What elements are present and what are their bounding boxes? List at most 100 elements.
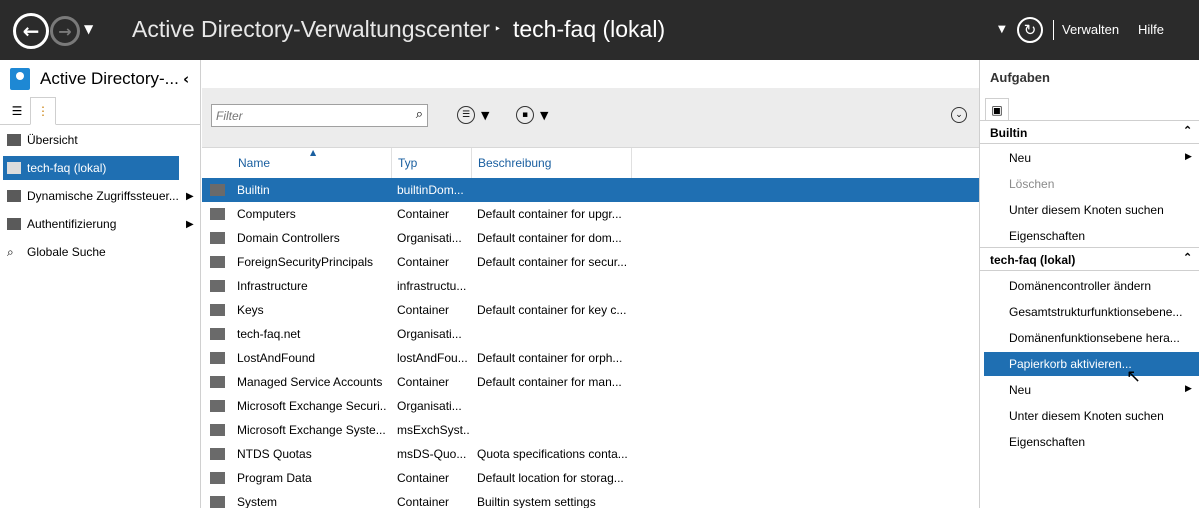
task-section-tech-faq[interactable]: tech-faq (lokal) ⌃ xyxy=(980,247,1199,271)
container-icon xyxy=(210,328,225,340)
navigation-pane: Active Directory-... ‹ ☰ ⋮ Übersicht tec… xyxy=(0,60,300,508)
task-item[interactable]: Eigenschaften xyxy=(980,430,1199,454)
table-row[interactable]: Microsoft Exchange Securi... Organisati..… xyxy=(202,394,979,418)
task-item[interactable]: Neu ▶ xyxy=(980,146,1199,170)
submenu-arrow-icon: ▶ xyxy=(1185,151,1192,161)
task-item[interactable]: Neu ▶ xyxy=(980,378,1199,402)
task-section-builtin[interactable]: Builtin ⌃ xyxy=(980,120,1199,144)
container-icon xyxy=(210,448,225,460)
cell-description: Quota specifications conta... xyxy=(477,447,628,461)
task-label: Unter diesem Knoten suchen xyxy=(1009,203,1164,217)
list-options-button[interactable]: ☰ ▼ xyxy=(457,106,489,124)
table-row[interactable]: System Container Builtin system settings xyxy=(202,490,979,508)
filter-box: ⌕ xyxy=(211,104,428,127)
cell-name: Keys xyxy=(237,303,264,317)
task-item[interactable]: Löschen xyxy=(980,172,1199,196)
cell-type: Organisati... xyxy=(397,399,462,413)
table-row[interactable]: Managed Service Accounts Container Default… xyxy=(202,370,979,394)
table-row[interactable]: Infrastructure infrastructu... xyxy=(202,274,979,298)
chevron-up-icon[interactable]: ⌃ xyxy=(1183,251,1192,264)
cell-name: System xyxy=(237,495,278,508)
task-label: Unter diesem Knoten suchen xyxy=(1009,409,1164,423)
task-item[interactable]: Unter diesem Knoten suchen xyxy=(980,198,1199,222)
back-button[interactable]: ← xyxy=(13,13,49,49)
task-label: Gesamtstrukturfunktionsebene... xyxy=(1009,305,1183,319)
table-row[interactable]: Program Data Container Default location fo… xyxy=(202,466,979,490)
task-item[interactable]: Eigenschaften xyxy=(980,224,1199,248)
cell-name: ForeignSecurityPrincipals xyxy=(237,255,374,269)
task-label: Eigenschaften xyxy=(1009,435,1086,449)
cell-description: Default container for secur... xyxy=(477,255,628,269)
back-arrow-icon: ← xyxy=(22,19,40,43)
table-row[interactable]: Keys Container Default container for key c… xyxy=(202,298,979,322)
task-label: Domänenfunktionsebene hera... xyxy=(1009,331,1180,345)
task-item[interactable]: Unter diesem Knoten suchen xyxy=(980,404,1199,428)
nav-item-label: Globale Suche xyxy=(27,245,106,259)
task-item[interactable]: Domänencontroller ändern xyxy=(980,274,1199,298)
nav-item-dynamic-access[interactable]: Dynamische Zugriffssteuer... ▶ xyxy=(0,184,200,208)
submenu-arrow-icon: ▶ xyxy=(1185,383,1192,393)
collapse-section-icon[interactable]: ⌄ xyxy=(951,107,967,123)
expand-arrow-icon[interactable]: ▶ xyxy=(186,219,194,230)
search-icon: ⌕ xyxy=(7,245,14,259)
container-icon xyxy=(210,232,225,244)
expand-arrow-icon[interactable]: ▶ xyxy=(186,191,194,202)
column-header-type[interactable]: Typ xyxy=(392,148,472,178)
container-icon xyxy=(210,376,225,388)
task-label: Neu xyxy=(1009,383,1032,397)
expand-arrow-icon[interactable]: ▶ xyxy=(292,163,300,174)
cell-type: Container xyxy=(397,495,450,508)
list-icon: ☰ xyxy=(11,104,23,118)
cell-description: Default container for orph... xyxy=(477,351,623,365)
history-dropdown-icon[interactable]: ▼ xyxy=(84,22,93,36)
cell-name: Program Data xyxy=(237,471,312,485)
table-row[interactable]: Builtin builtinDom... xyxy=(202,178,979,202)
task-item[interactable]: Domänenfunktionsebene hera... xyxy=(980,326,1199,350)
cell-name: Domain Controllers xyxy=(237,231,340,245)
save-icon: ▪ xyxy=(516,106,534,124)
forward-button[interactable]: → xyxy=(50,16,80,46)
cell-name: LostAndFound xyxy=(237,351,316,365)
nav-item-overview[interactable]: Übersicht xyxy=(0,128,200,152)
nav-item-global-search[interactable]: ⌕ Globale Suche xyxy=(0,240,200,264)
table-row[interactable]: ForeignSecurityPrincipals Container Defaul… xyxy=(202,250,979,274)
table-row[interactable]: NTDS Quotas msDS-Quo... Quota specificatio… xyxy=(202,442,979,466)
cell-type: builtinDom... xyxy=(397,183,464,197)
tasks-tab[interactable]: ▣ xyxy=(985,98,1009,120)
app-title: Active Directory-Verwaltungscenter xyxy=(132,16,490,42)
breadcrumb-current[interactable]: tech-faq (lokal) xyxy=(513,16,665,43)
list-view-tab[interactable]: ☰ xyxy=(4,97,30,125)
chevron-up-icon[interactable]: ⌃ xyxy=(1183,124,1192,137)
task-label: Löschen xyxy=(1009,177,1055,191)
collapse-nav-icon[interactable]: ‹ xyxy=(183,70,189,88)
table-row[interactable]: tech-faq.net Organisati... xyxy=(202,322,979,346)
header-dropdown-icon[interactable]: ▼ xyxy=(998,24,1006,35)
tasks-title: Aufgaben xyxy=(990,70,1050,85)
nav-item-tech-faq[interactable]: tech-faq (lokal) ▶ xyxy=(0,156,300,180)
save-query-button[interactable]: ▪ ▼ xyxy=(516,106,548,124)
manage-menu[interactable]: Verwalten xyxy=(1062,22,1119,37)
cell-name: Builtin xyxy=(237,183,270,197)
search-icon[interactable]: ⌕ xyxy=(416,107,423,122)
nav-item-authentication[interactable]: Authentifizierung ▶ xyxy=(0,212,200,236)
tree-view-tab[interactable]: ⋮ xyxy=(30,97,56,125)
help-menu[interactable]: Hilfe xyxy=(1138,22,1164,37)
table-row[interactable]: Microsoft Exchange Syste... msExchSyst... xyxy=(202,418,979,442)
content-pane: ⌕ ☰ ▼ ▪ ▼ ⌄ Name ▲ Typ Beschreibung Buil… xyxy=(202,60,979,508)
cell-name: Computers xyxy=(237,207,296,221)
table-row[interactable]: LostAndFound lostAndFou... Default contain… xyxy=(202,346,979,370)
container-icon xyxy=(210,496,225,508)
task-item[interactable]: Gesamtstrukturfunktionsebene... xyxy=(980,300,1199,324)
column-header-description[interactable]: Beschreibung xyxy=(472,148,632,178)
table-row[interactable]: Domain Controllers Organisati... Default c… xyxy=(202,226,979,250)
container-icon xyxy=(210,424,225,436)
task-item[interactable]: Papierkorb aktivieren... xyxy=(984,352,1199,376)
cell-name: Microsoft Exchange Securi... xyxy=(237,399,387,413)
refresh-button[interactable]: ↻ xyxy=(1017,17,1043,43)
filter-input[interactable] xyxy=(216,108,406,124)
task-label: Papierkorb aktivieren... xyxy=(1009,357,1132,371)
table-row[interactable]: Computers Container Default container for … xyxy=(202,202,979,226)
sort-ascending-icon: ▲ xyxy=(310,148,317,157)
section-title: tech-faq (lokal) xyxy=(990,253,1076,267)
cell-description: Default container for upgr... xyxy=(477,207,622,221)
